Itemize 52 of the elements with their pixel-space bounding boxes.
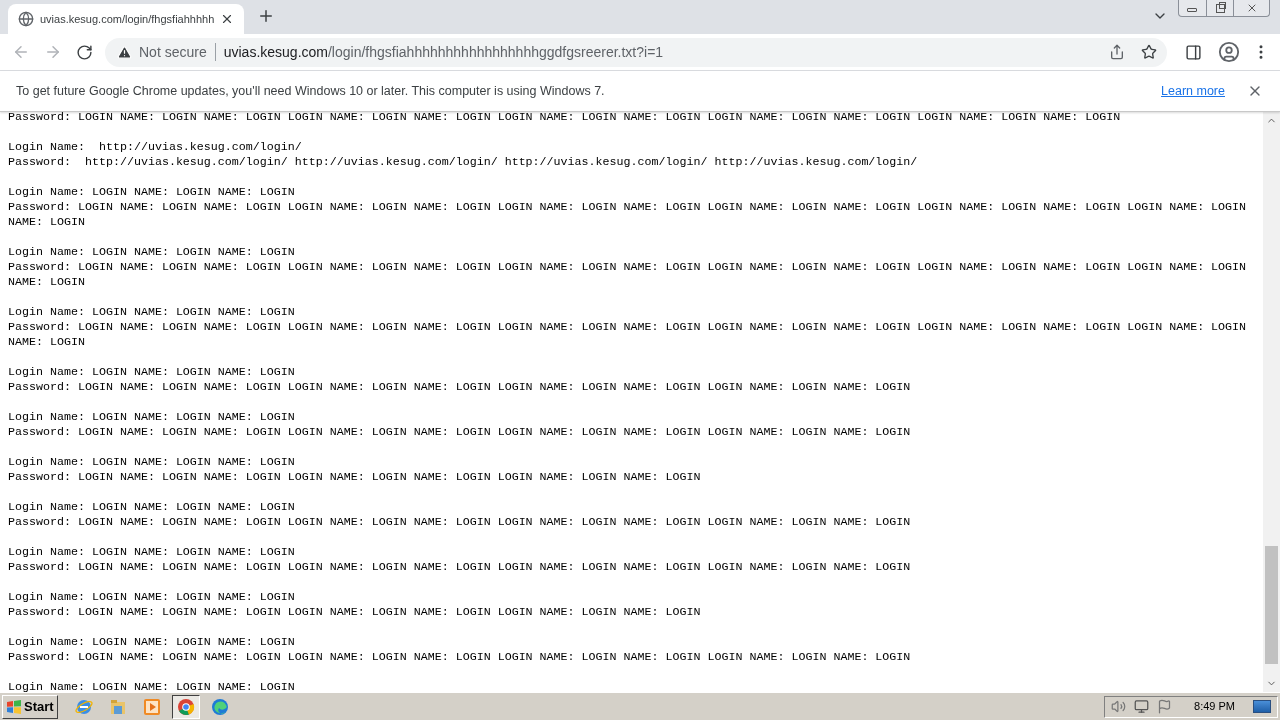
start-button[interactable]: Start xyxy=(2,694,58,719)
text-line: Login Name: LOGIN NAME: LOGIN NAME: LOGIN xyxy=(8,635,296,650)
windows-logo-icon xyxy=(6,699,22,714)
infobar-message: To get future Google Chrome updates, you'll need Windows 10 or later. This computer is using Windows 7. xyxy=(16,82,606,100)
chrome-icon xyxy=(176,697,195,716)
text-line: Password: LOGIN NAME: LOGIN NAME: LOGIN LOGIN NAME: LOGIN NAME: LOGIN LOGIN NAME: LOGIN NAME: LOGIN LOGIN NAME: LOGIN NAME: LOGIN xyxy=(8,560,912,575)
browser-tab[interactable]: uvias.kesug.com/login/fhgsfiahhhhh xyxy=(8,4,245,34)
text-line: Password: LOGIN NAME: LOGIN NAME: LOGIN LOGIN NAME: LOGIN NAME: LOGIN LOGIN NAME: LOGIN NAME: LOGIN LOGIN NAME: LOGIN NAME: LOGIN xyxy=(8,515,912,530)
warning-icon xyxy=(117,44,132,60)
clock: 8:49 PM xyxy=(1194,699,1235,715)
folder-icon xyxy=(108,697,127,716)
text-line: Login Name: LOGIN NAME: LOGIN NAME: LOGIN xyxy=(8,545,296,560)
url-text: uvias.kesug.com/login/fhgsfiahhhhhhhhhhhhhhhhhggdfgsreerer.txt?i=1 xyxy=(223,42,664,62)
text-line: Login Name: LOGIN NAME: LOGIN NAME: LOGIN xyxy=(8,680,296,692)
text-line: Password: LOGIN NAME: LOGIN NAME: LOGIN LOGIN NAME: LOGIN NAME: LOGIN LOGIN NAME: LOGIN NAME: LOGIN LOGIN NAME: LOGIN NAME: LOGIN LOGIN NAME: LOGIN NAME: LOGIN LOGIN NAME: LOGIN NAME: LOGIN xyxy=(8,260,1248,290)
profile-icon[interactable] xyxy=(1218,41,1240,63)
text-line: Password: LOGIN NAME: LOGIN NAME: LOGIN LOGIN NAME: LOGIN NAME: LOGIN LOGIN NAME: LOGIN NAME: LOGIN LOGIN NAME: LOGIN NAME: LOGIN xyxy=(8,650,912,665)
text-line: Login Name: http://uvias.kesug.com/login/ xyxy=(8,140,303,155)
text-line: Login Name: LOGIN NAME: LOGIN NAME: LOGIN xyxy=(8,245,296,260)
text-line: Login Name: LOGIN NAME: LOGIN NAME: LOGIN xyxy=(8,410,296,425)
security-label: Not secure xyxy=(139,42,207,62)
side-panel-icon[interactable] xyxy=(1185,43,1202,61)
reload-icon[interactable] xyxy=(76,43,93,61)
text-line: Login Name: LOGIN NAME: LOGIN NAME: LOGIN xyxy=(8,365,296,380)
text-line: Password: LOGIN NAME: LOGIN NAME: LOGIN LOGIN NAME: LOGIN NAME: LOGIN LOGIN NAME: LOGIN NAME: LOGIN xyxy=(8,605,702,620)
text-line: Password: LOGIN NAME: LOGIN NAME: LOGIN LOGIN NAME: LOGIN NAME: LOGIN LOGIN NAME: LOGIN NAME: LOGIN xyxy=(8,470,702,485)
text-line: Login Name: LOGIN NAME: LOGIN NAME: LOGIN xyxy=(8,455,296,470)
bookmark-star-icon[interactable] xyxy=(1141,44,1157,60)
play-icon xyxy=(142,697,161,716)
text-line: Password: LOGIN NAME: LOGIN NAME: LOGIN LOGIN NAME: LOGIN NAME: LOGIN LOGIN NAME: LOGIN NAME: LOGIN LOGIN NAME: LOGIN NAME: LOGIN LOGIN NAME: LOGIN NAME: LOGIN LOGIN NAME: LOGIN NAME: LOGIN xyxy=(8,320,1248,350)
text-line: Password: LOGIN NAME: LOGIN NAME: LOGIN LOGIN NAME: LOGIN NAME: LOGIN LOGIN NAME: LOGIN NAME: LOGIN LOGIN NAME: LOGIN NAME: LOGIN LOGIN NAME: LOGIN NAME: LOGIN LOGIN NAME: LOGIN NAME: LOGIN xyxy=(8,200,1248,230)
text-line: Login Name: LOGIN NAME: LOGIN NAME: LOGIN xyxy=(8,305,296,320)
text-line: Password: LOGIN NAME: LOGIN NAME: LOGIN LOGIN NAME: LOGIN NAME: LOGIN LOGIN NAME: LOGIN NAME: LOGIN LOGIN NAME: LOGIN NAME: LOGIN xyxy=(8,425,912,440)
learn-more-link[interactable]: Learn more xyxy=(1161,81,1225,101)
scrollbar-thumb[interactable] xyxy=(1265,546,1278,664)
share-icon[interactable] xyxy=(1109,44,1125,60)
text-line: Password: LOGIN NAME: LOGIN NAME: LOGIN LOGIN NAME: LOGIN NAME: LOGIN LOGIN NAME: LOGIN NAME: LOGIN LOGIN NAME: LOGIN NAME: LOGIN LOGIN NAME: LOGIN NAME: LOGIN xyxy=(8,112,1122,125)
text-line: Login Name: LOGIN NAME: LOGIN NAME: LOGIN xyxy=(8,185,296,200)
text-line: Login Name: LOGIN NAME: LOGIN NAME: LOGIN xyxy=(8,500,296,515)
browser-e-icon xyxy=(74,697,93,716)
text-line: Login Name: LOGIN NAME: LOGIN NAME: LOGIN xyxy=(8,590,296,605)
speaker-icon[interactable] xyxy=(1111,699,1127,714)
wave-icon xyxy=(210,697,229,716)
address-bar[interactable]: Not secure uvias.kesug.com/login/fhgsfiahhhhhhhhhhhhhhhhhggdfgsreerer.txt?i=1 xyxy=(105,37,1167,67)
globe-icon xyxy=(18,11,34,27)
tab-title: uvias.kesug.com/login/fhgsfiahhhhh xyxy=(40,11,215,27)
show-desktop-icon[interactable] xyxy=(1253,700,1271,713)
taskbar-app-button[interactable] xyxy=(171,694,200,719)
text-line: Password: http://uvias.kesug.com/login/ http://uvias.kesug.com/login/ http://uvias.kesug.com/login/ http://uvias.kesug.com/login/ xyxy=(8,155,919,170)
text-line: Password: LOGIN NAME: LOGIN NAME: LOGIN LOGIN NAME: LOGIN NAME: LOGIN LOGIN NAME: LOGIN NAME: LOGIN LOGIN NAME: LOGIN NAME: LOGIN xyxy=(8,380,912,395)
network-icon[interactable] xyxy=(1134,699,1150,714)
flag-icon[interactable] xyxy=(1157,699,1173,714)
